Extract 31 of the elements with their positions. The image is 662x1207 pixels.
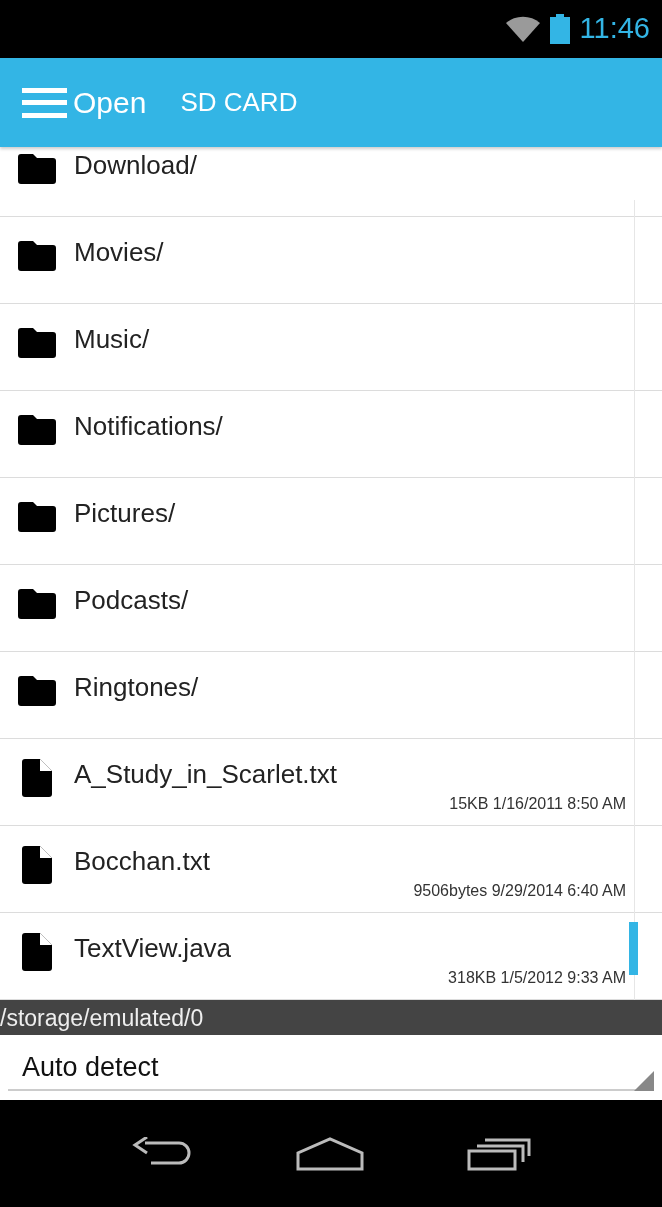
- file-details: 15KB 1/16/2011 8:50 AM: [449, 794, 626, 814]
- file-icon: [22, 846, 52, 884]
- file-icon: [22, 933, 52, 971]
- wifi-icon: [505, 16, 540, 42]
- folder-icon: [18, 589, 56, 619]
- folder-icon: [18, 415, 56, 445]
- file-name: Notifications/: [74, 411, 224, 441]
- folder-icon: [18, 241, 56, 271]
- clock: 11:46: [579, 11, 650, 47]
- recent-apps-icon[interactable]: [466, 1136, 531, 1171]
- home-icon[interactable]: [296, 1136, 364, 1171]
- file-name: A_Study_in_Scarlet.txt: [74, 759, 339, 789]
- file-icon: [22, 759, 52, 797]
- file-name: Download/: [74, 150, 198, 180]
- folder-icon: [18, 328, 56, 358]
- file-name: TextView.java: [74, 933, 233, 963]
- file-details: 318KB 1/5/2012 9:33 AM: [448, 968, 626, 988]
- file-name: Bocchan.txt: [74, 846, 211, 876]
- folder-icon: [18, 154, 56, 184]
- file-name: Podcasts/: [74, 585, 190, 615]
- file-name: Ringtones/: [74, 672, 200, 702]
- file-name: Movies/: [74, 237, 165, 267]
- folder-icon: [18, 676, 56, 706]
- file-name: Music/: [74, 324, 151, 354]
- folder-icon: [18, 502, 56, 532]
- battery-icon: [549, 14, 570, 44]
- file-name: Pictures/: [74, 498, 177, 528]
- file-details: 9506bytes 9/29/2014 6:40 AM: [413, 881, 626, 901]
- dropdown-corner-icon: [634, 1071, 654, 1091]
- current-path: /storage/emulated/0: [0, 1004, 204, 1031]
- scrollbar-thumb[interactable]: [629, 922, 638, 975]
